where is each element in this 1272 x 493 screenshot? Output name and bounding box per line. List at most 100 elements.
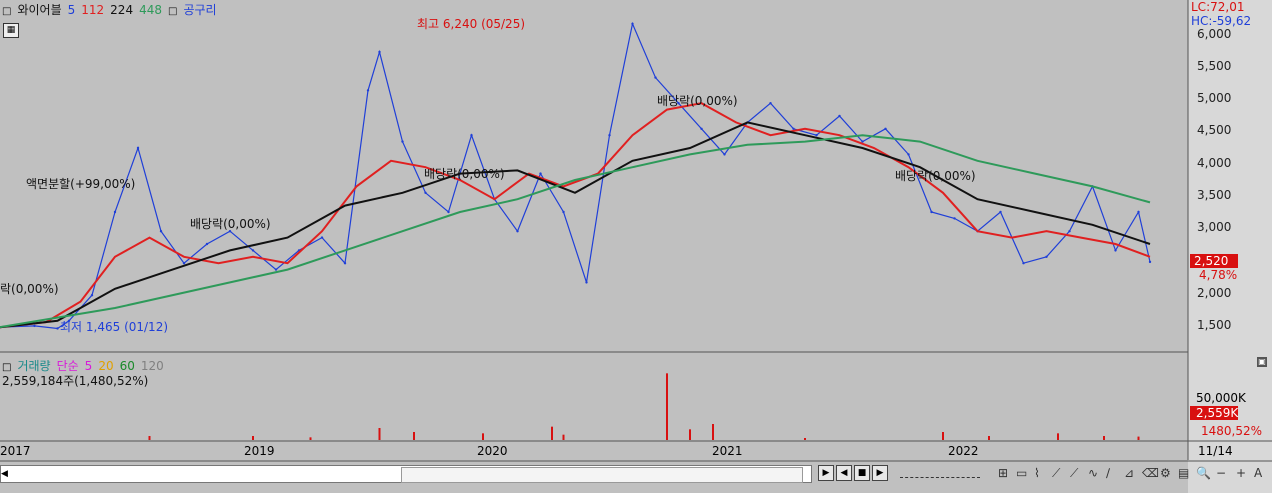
volume-bar [988,436,990,440]
annotation-edge: 락(0,00%) [0,282,59,296]
play-icon[interactable]: ▶ [818,465,834,481]
volume-title: 거래량 [17,359,51,373]
price-tick: 4,000 [1197,156,1232,170]
chart-canvas [0,0,1272,493]
settings-tool-icon[interactable]: ⚙ [1160,466,1171,480]
volume-panel [0,355,1188,441]
annotation-div1: 배당락(0,00%) [190,217,271,231]
series-point-5 [723,153,726,156]
ma-label-112[interactable]: 112 [81,3,104,17]
volume-bar [378,428,381,440]
plus-icon[interactable]: + [1236,466,1246,480]
current-price-badge: 2,520 [1194,254,1229,268]
series-point-5 [251,249,255,252]
volume-tick: 50,000K [1196,391,1246,405]
volume-bar [1137,436,1140,440]
ma-label-gonguri[interactable]: 공구리 [183,3,216,17]
price-tick: 5,500 [1197,59,1232,73]
price-tick: 3,000 [1197,220,1232,234]
series-point-5 [953,217,956,220]
prev-icon[interactable]: ◀ [836,465,852,481]
price-tick: 2,000 [1197,286,1232,300]
next-icon[interactable]: ▶ [872,465,888,481]
ma-label-5[interactable]: 5 [68,3,76,17]
series-point-5 [1022,262,1025,265]
price-tick: 4,500 [1197,123,1232,137]
volume-bar [804,438,806,440]
ma-label-448[interactable]: 448 [139,3,162,17]
annotation-div4: 배당락(0,00%) [895,169,976,183]
series-point-5 [182,262,186,265]
series-point-5 [343,262,347,265]
volume-bar [252,436,254,440]
hc-readout: HC:-59,62 [1191,14,1252,28]
scroll-left-icon[interactable]: ◀ [1,466,11,482]
series-point-5 [1045,255,1048,258]
volume-bar [309,437,312,440]
security-name: 와이어블 [17,3,62,17]
price-tick: 5,000 [1197,91,1232,105]
series-point-5 [90,294,94,297]
volume-ma-20[interactable]: 20 [98,359,113,373]
current-change-pct: 4,78% [1199,268,1238,282]
scroll-thumb[interactable] [401,467,803,483]
volume-bar [148,436,151,440]
window-tool-icon[interactable]: ▭ [1016,466,1027,480]
series-point-5 [884,127,887,130]
date-label: 2017 [0,444,31,458]
volume-ma-60[interactable]: 60 [120,359,135,373]
series-point-5 [401,140,404,143]
series-point-5 [769,102,772,105]
lc-readout: LC:72,01 [1191,0,1245,14]
series-point-5 [424,191,427,194]
series-point-5 [700,127,703,130]
erase-tool-icon[interactable]: ⌫ [1142,466,1159,480]
volume-bar [551,426,553,440]
date-label: 2021 [712,444,743,458]
annotation-div3: 배당락(0,00%) [657,94,738,108]
series-point-5 [516,230,519,233]
series-point-5 [159,230,163,233]
volume-pct: 1480,52% [1201,424,1263,438]
series-point-5 [907,153,910,156]
annotation-div2: 배당락(0,00%) [424,167,505,181]
fib-tool-icon[interactable]: ⊿ [1124,466,1134,480]
zoom-slider[interactable] [900,471,980,478]
minus-icon[interactable]: − [1216,466,1226,480]
volume-bar [942,432,944,440]
ma-label-224[interactable]: 224 [110,3,133,17]
annotation-split: 액면분할(+99,00%) [26,177,136,191]
volume-badge: 2,559K [1196,406,1239,420]
drawing-tool-icon[interactable]: ⌇ [1034,466,1040,480]
series-point-5 [930,210,933,214]
annotation-low: 최저 1,465 (01/12) [60,320,169,334]
crosshair-tool-icon[interactable]: ⊞ [998,466,1008,480]
volume-type: 단순 [56,359,79,373]
wave-tool-icon[interactable]: ∿ [1088,466,1098,480]
date-label: 2019 [244,444,275,458]
series-point-5 [366,89,370,92]
horizontal-scrollbar[interactable]: ◀ [0,465,812,483]
date-right-label: 11/14 [1198,444,1233,458]
zoom-out-icon[interactable]: 🔍 [1196,466,1211,480]
grid-toggle-icon[interactable]: ▦ [3,23,19,38]
volume-bar [712,424,714,440]
volume-bar [689,429,691,440]
series-point-5 [999,210,1002,214]
panel-maximize-icon[interactable]: ▣ [1257,357,1267,367]
stop-icon[interactable]: ■ [854,465,870,481]
view-tool-icon[interactable]: ▤ [1178,466,1189,480]
trend-tool-icon[interactable]: ⟋ [1052,466,1060,481]
series-point-5 [113,210,117,214]
trend2-tool-icon[interactable]: ⟋ [1070,466,1078,481]
volume-ma-5[interactable]: 5 [85,359,93,373]
volume-ma-120[interactable]: 120 [141,359,164,373]
series-point-5 [274,268,278,271]
line-tool-icon[interactable]: ∕ [1106,466,1110,480]
series-point-5 [815,134,818,137]
font-size-icon[interactable]: A [1254,466,1262,480]
series-point-5 [1068,230,1071,233]
series-point-5 [1114,249,1117,252]
volume-bar [413,432,415,440]
series-point-5 [562,210,565,214]
